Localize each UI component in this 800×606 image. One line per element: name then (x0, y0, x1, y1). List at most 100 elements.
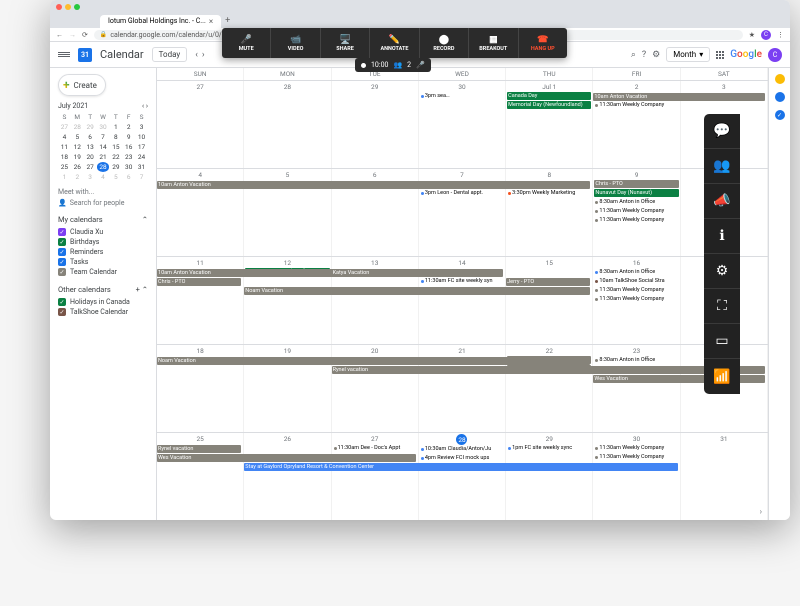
profile-avatar-icon[interactable]: C (761, 30, 771, 40)
calendar-toggle[interactable]: ✓Holidays in Canada (58, 297, 148, 307)
annotate-button[interactable]: ✏️ANNOTATE (370, 28, 419, 58)
view-selector[interactable]: Month▾ (666, 47, 710, 62)
event[interactable]: Canada Day (507, 92, 591, 100)
event[interactable]: Memorial Day (Newfoundland) (507, 101, 591, 109)
next-month-icon[interactable]: › (202, 50, 205, 60)
mute-button[interactable]: 🎤MUTE (222, 28, 271, 58)
minimize-window-icon[interactable] (65, 4, 71, 10)
settings-icon[interactable]: ⚙ (704, 254, 740, 289)
day-cell[interactable]: 2711:30am Dee - Doc's Appt (332, 433, 419, 520)
event[interactable]: 11:30am FC site weekly syn (420, 277, 504, 285)
info-icon[interactable]: ℹ (704, 219, 740, 254)
mini-day[interactable]: 17 (135, 142, 148, 152)
close-tab-icon[interactable]: × (209, 17, 213, 26)
mini-day[interactable]: 11 (58, 142, 71, 152)
event-span[interactable]: Rynel vacation (157, 445, 241, 453)
event[interactable]: 8:30am Anton in Office (594, 356, 678, 364)
my-calendars-header[interactable]: My calendars ⌃ (58, 215, 148, 224)
google-apps-icon[interactable] (716, 51, 724, 59)
maximize-window-icon[interactable] (74, 4, 80, 10)
share-button[interactable]: 🖥️SHARE (321, 28, 370, 58)
mini-day[interactable]: 22 (109, 152, 122, 162)
event[interactable]: 3:30pm Weekly Marketing (507, 189, 591, 197)
mini-day[interactable]: 14 (97, 142, 110, 152)
search-people-input[interactable]: 👤 Search for people (58, 199, 148, 207)
chat-icon[interactable]: 💬 (704, 114, 740, 149)
tasks-icon[interactable] (775, 92, 785, 102)
breakout-button[interactable]: ▦BREAKOUT (469, 28, 518, 58)
today-button[interactable]: Today (152, 47, 188, 62)
mini-day[interactable]: 7 (135, 172, 148, 182)
event-span[interactable]: 10am Anton Vacation (157, 181, 590, 189)
mini-day[interactable]: 13 (84, 142, 97, 152)
day-cell[interactable]: 3011:30am Weekly Company11:30am Weekly C… (593, 433, 680, 520)
mini-day[interactable]: 1 (109, 122, 122, 132)
day-cell[interactable]: 9Chris - PTONunavut Day (Nunavut)8:30am … (593, 169, 680, 256)
event[interactable]: 11:30am Weekly Company (594, 216, 678, 224)
day-cell[interactable]: 27 (157, 81, 244, 168)
main-menu-icon[interactable] (58, 52, 70, 57)
help-icon[interactable]: ? (642, 50, 646, 60)
wifi-icon[interactable]: 📶 (704, 359, 740, 394)
video-button[interactable]: 📹VIDEO (271, 28, 320, 58)
mini-day[interactable]: 1 (58, 172, 71, 182)
people-icon[interactable]: 👥 (704, 149, 740, 184)
event[interactable]: 8:30am Anton in Office (594, 268, 678, 276)
day-cell[interactable]: 2810:30am Claudia/Anton/Ju4pm Review FCI… (419, 433, 506, 520)
mini-day[interactable]: 7 (97, 132, 110, 142)
calendar-toggle[interactable]: ✓Team Calendar (58, 267, 148, 277)
mini-day[interactable]: 4 (58, 132, 71, 142)
megaphone-icon[interactable]: 📣 (704, 184, 740, 219)
mini-day[interactable]: 19 (71, 152, 84, 162)
event[interactable]: 10:30am Claudia/Anton/Ju (420, 445, 504, 453)
day-cell[interactable]: 26 (244, 433, 331, 520)
add-calendar-icon[interactable]: + (136, 285, 140, 294)
create-button[interactable]: + Create (58, 74, 106, 96)
addon-icon[interactable]: ✓ (775, 110, 785, 120)
close-window-icon[interactable] (56, 4, 62, 10)
calendar-toggle[interactable]: ✓TalkShoe Calendar (58, 307, 148, 317)
event[interactable]: 3pm sea… (420, 92, 504, 100)
mini-day[interactable]: 12 (71, 142, 84, 152)
mini-day[interactable]: 27 (84, 162, 97, 172)
mini-day[interactable]: 6 (84, 132, 97, 142)
reload-icon[interactable]: ⟳ (82, 31, 88, 39)
mini-day[interactable]: 29 (109, 162, 122, 172)
day-cell[interactable]: 291pm FC site weekly sync (506, 433, 593, 520)
mini-day[interactable]: 24 (135, 152, 148, 162)
mini-prev-icon[interactable]: ‹ (142, 102, 144, 110)
mini-day[interactable]: 21 (97, 152, 110, 162)
record-button[interactable]: ⬤RECORD (420, 28, 469, 58)
mini-day[interactable]: 4 (97, 172, 110, 182)
event[interactable]: 11:30am Weekly Company (594, 207, 678, 215)
event[interactable]: 8:30am Anton in Office (594, 198, 678, 206)
mini-day[interactable]: 16 (122, 142, 135, 152)
event[interactable]: 3pm Leon - Dental appt. (420, 189, 504, 197)
mini-day[interactable]: 26 (71, 162, 84, 172)
day-cell[interactable]: 15 (506, 257, 593, 344)
layout-icon[interactable]: ▭ (704, 324, 740, 359)
mini-day[interactable]: 23 (122, 152, 135, 162)
mini-day[interactable]: 9 (122, 132, 135, 142)
event[interactable]: 1pm FC site weekly sync (507, 444, 591, 452)
calendar-toggle[interactable]: ✓Birthdays (58, 237, 148, 247)
mini-day[interactable]: 2 (71, 172, 84, 182)
event[interactable]: 11:30am Weekly Company (594, 286, 678, 294)
mini-day[interactable]: 8 (109, 132, 122, 142)
event-span[interactable]: Katya Vacation (332, 269, 504, 277)
event[interactable]: 10am TalkShoe Social Stra (594, 277, 678, 285)
event[interactable]: 11:30am Weekly Company (594, 444, 678, 452)
extension-icon[interactable]: ★ (749, 31, 755, 39)
mini-day[interactable]: 15 (109, 142, 122, 152)
day-cell[interactable]: 31 (681, 433, 768, 520)
day-cell[interactable]: 168:30am Anton in Office10am TalkShoe So… (593, 257, 680, 344)
day-cell[interactable]: Jul 1Canada DayMemorial Day (Newfoundlan… (506, 81, 593, 168)
other-calendars-header[interactable]: Other calendars + ⌃ (58, 285, 148, 294)
keep-icon[interactable] (775, 74, 785, 84)
mini-day[interactable]: 3 (84, 172, 97, 182)
mini-day[interactable]: 5 (71, 132, 84, 142)
mini-day[interactable]: 30 (122, 162, 135, 172)
search-icon[interactable]: ⌕ (631, 50, 636, 60)
event-span[interactable]: Wes Vacation (157, 454, 416, 462)
calendar-toggle[interactable]: ✓Reminders (58, 247, 148, 257)
